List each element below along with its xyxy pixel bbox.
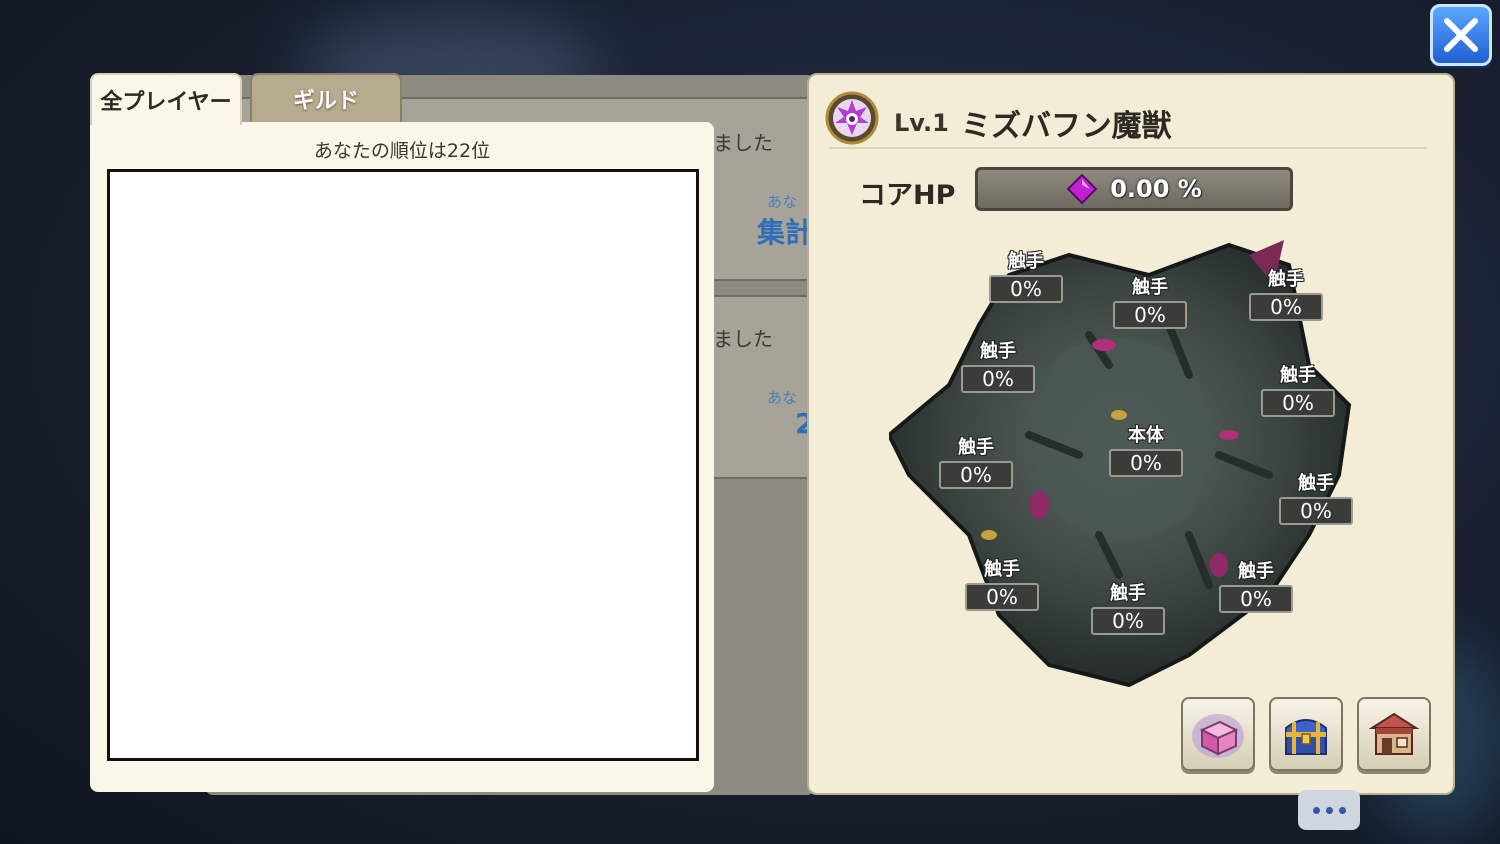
core-hp-label: コアHP [859,180,956,211]
treasure-chest-icon [1285,719,1327,755]
tab-label: 全プレイヤー [100,90,232,115]
part-hp-value: 0% [1279,497,1353,525]
boss-emblem-icon [825,91,879,145]
rank-text: あなたの順位は22位 [313,140,491,162]
boss-level: Lv.1 [894,109,949,137]
tab-all-players[interactable]: 全プレイヤー [90,73,242,125]
boss-part: 触手 0% [989,251,1063,303]
chat-dot-icon [1325,806,1333,814]
boss-part: 触手 0% [961,341,1035,393]
close-icon [1444,18,1478,52]
part-hp-value: 0% [961,365,1035,393]
boss-part: 触手 0% [1091,583,1165,635]
part-hp-value: 0% [1091,607,1165,635]
gem-icon [1066,173,1098,205]
boss-part: 触手 0% [1113,277,1187,329]
part-hp-value: 0% [1249,293,1323,321]
part-name: 触手 [1268,269,1304,290]
tab-guild[interactable]: ギルド [250,73,402,125]
boss-info-panel: Lv.1 ミズバフン魔獣 コアHP 0.00 % 触手 0% 触手 0% 触手 … [807,73,1455,795]
background-small-text: あな [767,193,798,211]
boss-part: 触手 0% [1249,269,1323,321]
chat-dot-icon [1312,806,1320,814]
part-name: 触手 [980,341,1016,362]
close-button[interactable] [1430,4,1492,66]
reward-box-button[interactable] [1181,697,1255,771]
shop-icon [1368,712,1420,755]
part-hp-value: 0% [1219,585,1293,613]
core-hp-value: 0.00 % [1110,175,1202,203]
part-name: 触手 [1110,583,1146,604]
tab-label: ギルド [292,89,359,114]
part-hp-value: 0% [1109,449,1183,477]
boss-part: 触手 0% [965,559,1039,611]
part-hp-value: 0% [965,583,1039,611]
boss-part: 触手 0% [1219,561,1293,613]
core-hp-bar: 0.00 % [975,167,1293,211]
part-name: 触手 [1238,561,1274,582]
part-name: 触手 [1008,251,1044,272]
background-status-text: ました [713,131,773,155]
boss-name: ミズバフン魔獣 [961,109,1172,144]
divider [829,147,1427,149]
part-name: 触手 [1132,277,1168,298]
ranking-list[interactable] [107,169,699,761]
background-small-text: あな [767,389,798,407]
boss-part: 触手 0% [939,437,1013,489]
ranking-panel: あなたの順位は22位 [90,122,714,792]
part-name: 触手 [1280,365,1316,386]
part-hp-value: 0% [939,461,1013,489]
background-blue-text: 集計 [757,216,814,249]
part-hp-value: 0% [1261,389,1335,417]
shop-button[interactable] [1357,697,1431,771]
part-hp-value: 0% [989,275,1063,303]
treasure-button[interactable] [1269,697,1343,771]
gift-box-icon [1192,714,1244,758]
boss-part: 本体 0% [1109,425,1183,477]
chat-dot-icon [1338,806,1346,814]
chat-button[interactable] [1298,790,1360,830]
part-hp-value: 0% [1113,301,1187,329]
part-name: 本体 [1128,425,1164,446]
part-name: 触手 [958,437,994,458]
boss-part: 触手 0% [1279,473,1353,525]
part-name: 触手 [984,559,1020,580]
boss-part: 触手 0% [1261,365,1335,417]
background-status-text: ました [713,327,773,351]
part-name: 触手 [1298,473,1334,494]
